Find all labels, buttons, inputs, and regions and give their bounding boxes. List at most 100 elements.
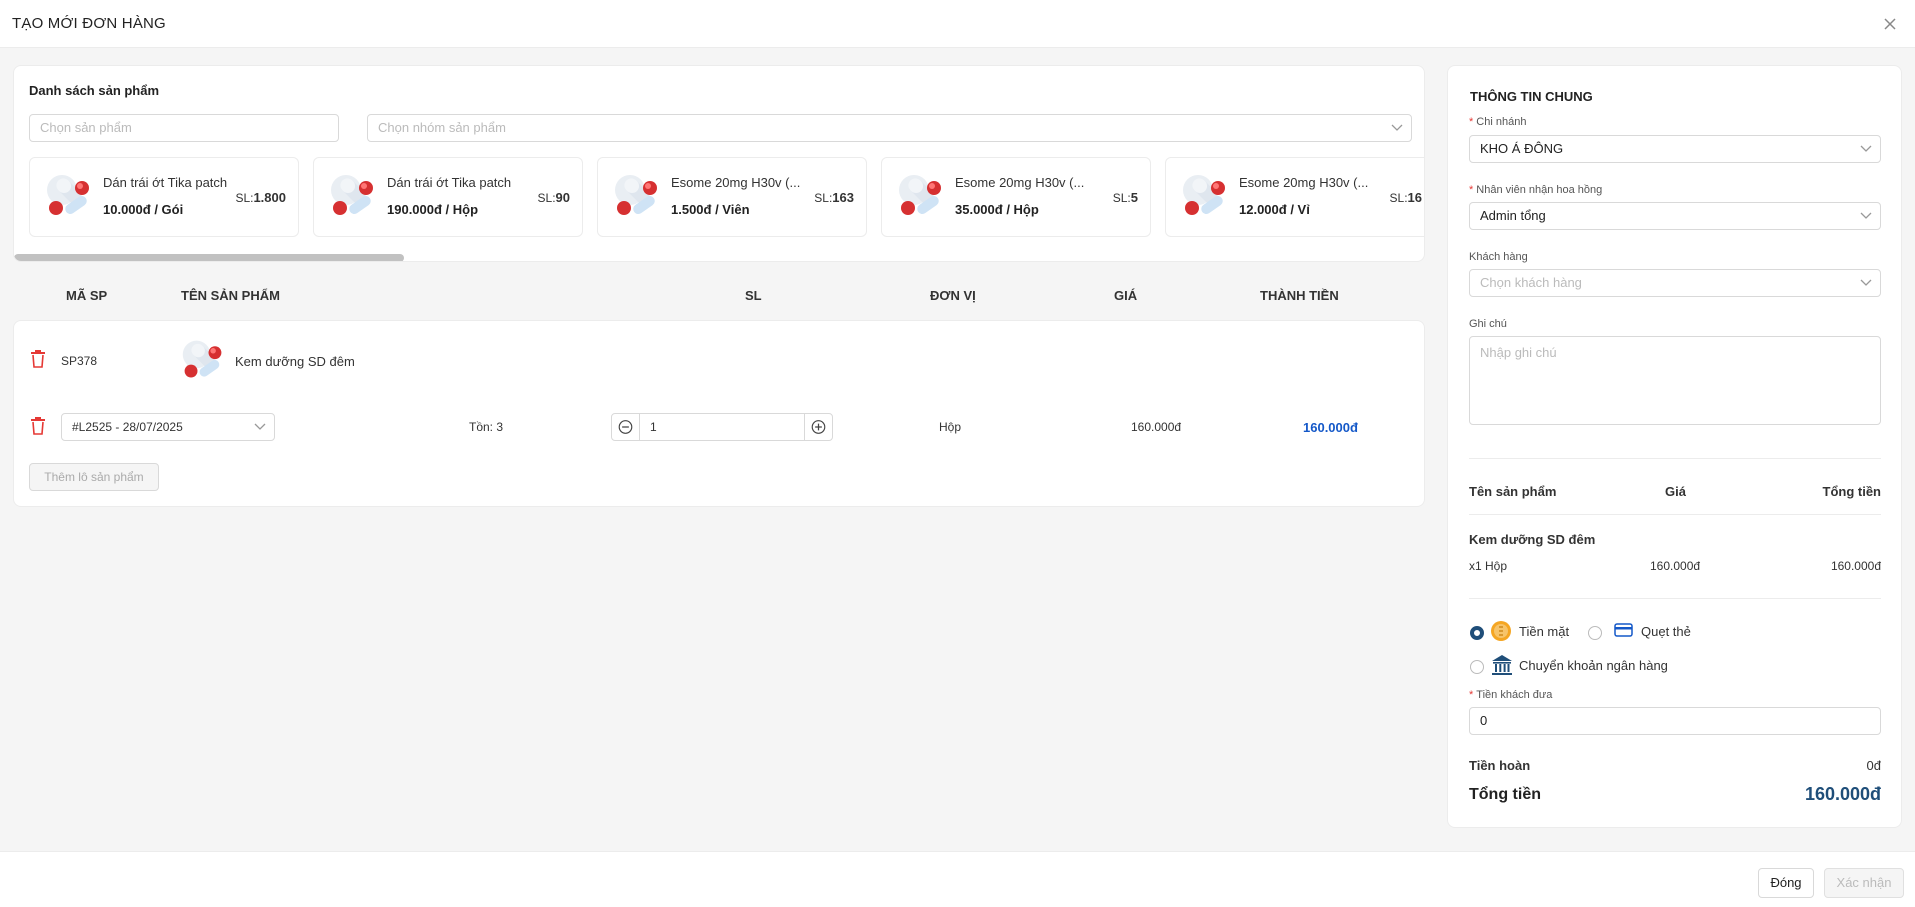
- summary-item-qty: x1 Hộp: [1469, 559, 1508, 573]
- product-code: SP378: [61, 354, 98, 368]
- col-code: MÃ SP: [66, 288, 108, 303]
- change-label: Tiền hoàn: [1469, 758, 1531, 773]
- product-image: [331, 175, 373, 216]
- qty-label: SL:: [235, 191, 254, 205]
- divider: [1469, 458, 1881, 459]
- delete-lot-icon[interactable]: [30, 417, 46, 435]
- summary-item-total: 160.000đ: [1830, 559, 1881, 573]
- product-group-placeholder: Chọn nhóm sản phẩm: [378, 120, 506, 135]
- minus-icon[interactable]: [612, 414, 640, 440]
- dialog-footer: Đóng Xác nhận: [0, 851, 1915, 907]
- product-card[interactable]: Esome 20mg H30v (... 1.500đ / Viên SL:16…: [597, 157, 867, 237]
- product-card-price: 10.000đ / Gói: [103, 202, 184, 217]
- unit-cell: Hộp: [939, 420, 962, 434]
- coin-icon: [1491, 621, 1511, 641]
- product-list-heading: Danh sách sản phẩm: [29, 83, 160, 98]
- dialog-title: TẠO MỚI ĐƠN HÀNG: [12, 15, 166, 32]
- grand-total-label: Tổng tiền: [1469, 786, 1541, 803]
- product-image: [615, 175, 657, 216]
- chevron-down-icon: [1860, 145, 1872, 152]
- product-card[interactable]: Esome 20mg H30v (... 35.000đ / Hộp SL:5: [881, 157, 1151, 237]
- product-image: [1183, 175, 1225, 216]
- product-card-name: Dán trái ớt Tika patch: [387, 175, 512, 190]
- quantity-input[interactable]: 1: [650, 420, 657, 434]
- product-card-price: 190.000đ / Hộp: [387, 202, 479, 217]
- summary-item-name: Kem dưỡng SD đêm: [1469, 532, 1596, 547]
- branch-select[interactable]: KHO Á ĐÔNG: [1469, 135, 1881, 163]
- order-items: SP378 Kem dưỡng SD đêm #L2525 - 28/07/20…: [13, 320, 1425, 507]
- product-search-input[interactable]: Chọn sản phẩm: [29, 114, 339, 142]
- pay-transfer-label[interactable]: Chuyển khoản ngân hàng: [1519, 658, 1668, 673]
- staff-label: * Nhân viên nhận hoa hồng: [1469, 184, 1602, 196]
- delete-product-icon[interactable]: [30, 350, 46, 368]
- chevron-down-icon: [1391, 124, 1403, 131]
- product-card-name: Esome 20mg H30v (...: [955, 175, 1085, 190]
- close-button[interactable]: Đóng: [1758, 868, 1814, 898]
- cash-given-label-text: Tiền khách đưa: [1476, 689, 1553, 701]
- product-card-name: Esome 20mg H30v (...: [671, 175, 801, 190]
- qty-value: 1.800: [253, 190, 286, 205]
- qty-value: 90: [555, 190, 570, 205]
- product-card-name: Dán trái ớt Tika patch: [103, 175, 228, 190]
- product-group-select[interactable]: Chọn nhóm sản phẩm: [367, 114, 1412, 142]
- required-mark: *: [1469, 116, 1474, 128]
- plus-icon[interactable]: [804, 414, 832, 440]
- product-card-price: 35.000đ / Hộp: [955, 202, 1039, 217]
- product-card-qty: SL:163: [814, 190, 854, 205]
- stock-count: Tồn: 3: [469, 420, 504, 434]
- product-card[interactable]: Esome 20mg H30v (... 12.000đ / Vỉ SL:16: [1165, 157, 1424, 237]
- required-mark: *: [1469, 689, 1474, 701]
- dialog-header: TẠO MỚI ĐƠN HÀNG: [0, 0, 1915, 48]
- product-card[interactable]: Dán trái ớt Tika patch 190.000đ / Hộp SL…: [313, 157, 583, 237]
- confirm-button[interactable]: Xác nhận: [1824, 868, 1904, 898]
- radio-card[interactable]: [1588, 626, 1602, 640]
- radio-cash[interactable]: [1470, 626, 1484, 640]
- product-image: [182, 340, 222, 379]
- product-list-panel: Danh sách sản phẩm Chọn sản phẩm Chọn nh…: [13, 65, 1425, 262]
- col-price: GIÁ: [1114, 288, 1138, 303]
- col-total: THÀNH TIỀN: [1260, 288, 1339, 303]
- add-lot-button[interactable]: Thêm lô sản phẩm: [29, 463, 159, 491]
- chevron-down-icon: [1860, 212, 1872, 219]
- cash-given-input[interactable]: 0: [1469, 707, 1881, 735]
- col-name: TÊN SẢN PHẨM: [181, 288, 280, 303]
- qty-value: 163: [832, 190, 854, 205]
- qty-value: 5: [1130, 190, 1138, 205]
- qty-label: SL:: [537, 191, 556, 205]
- pay-card-label[interactable]: Quẹt thẻ: [1641, 624, 1691, 639]
- customer-placeholder: Chọn khách hàng: [1480, 275, 1582, 290]
- bank-icon: [1492, 655, 1512, 675]
- lot-select[interactable]: #L2525 - 28/07/2025: [61, 413, 275, 441]
- customer-select[interactable]: Chọn khách hàng: [1469, 269, 1881, 297]
- product-card-name: Esome 20mg H30v (...: [1239, 175, 1369, 190]
- chevron-down-icon: [254, 423, 266, 430]
- summary-col-price: Giá: [1665, 484, 1686, 499]
- credit-card-icon: [1614, 623, 1633, 637]
- product-card-qty: SL:1.800: [235, 190, 286, 205]
- note-textarea[interactable]: Nhập ghi chú: [1469, 336, 1881, 425]
- qty-value: 16: [1407, 190, 1422, 205]
- qty-label: SL:: [814, 191, 833, 205]
- branch-label-text: Chi nhánh: [1476, 116, 1527, 128]
- product-name: Kem dưỡng SD đêm: [235, 354, 355, 369]
- product-image: [47, 175, 89, 216]
- customer-label: Khách hàng: [1469, 251, 1528, 263]
- summary-col-name: Tên sản phẩm: [1469, 484, 1557, 499]
- scrollbar-thumb[interactable]: [14, 254, 404, 261]
- commission-staff-select[interactable]: Admin tổng: [1469, 202, 1881, 230]
- note-label: Ghi chú: [1469, 318, 1507, 330]
- order-table-header: MÃ SP TÊN SẢN PHẨM SL ĐƠN VỊ GIÁ THÀNH T…: [13, 280, 1425, 310]
- radio-transfer[interactable]: [1470, 660, 1484, 674]
- grand-total-value: 160.000đ: [1804, 784, 1881, 804]
- quantity-stepper: 1: [611, 413, 833, 441]
- product-card-qty: SL:5: [1113, 190, 1138, 205]
- general-info-panel: THÔNG TIN CHUNG * Chi nhánh KHO Á ĐÔNG * N…: [1447, 65, 1902, 828]
- close-icon[interactable]: [1879, 13, 1901, 35]
- pay-cash-label[interactable]: Tiền mặt: [1519, 624, 1569, 639]
- product-card-price: 1.500đ / Viên: [671, 202, 750, 217]
- price-cell: 160.000đ: [1131, 420, 1182, 434]
- col-qty: SL: [745, 288, 762, 303]
- product-card[interactable]: Dán trái ớt Tika patch 10.000đ / Gói SL:…: [29, 157, 299, 237]
- line-total: 160.000đ: [1303, 420, 1358, 435]
- product-card-qty: SL:90: [538, 190, 570, 205]
